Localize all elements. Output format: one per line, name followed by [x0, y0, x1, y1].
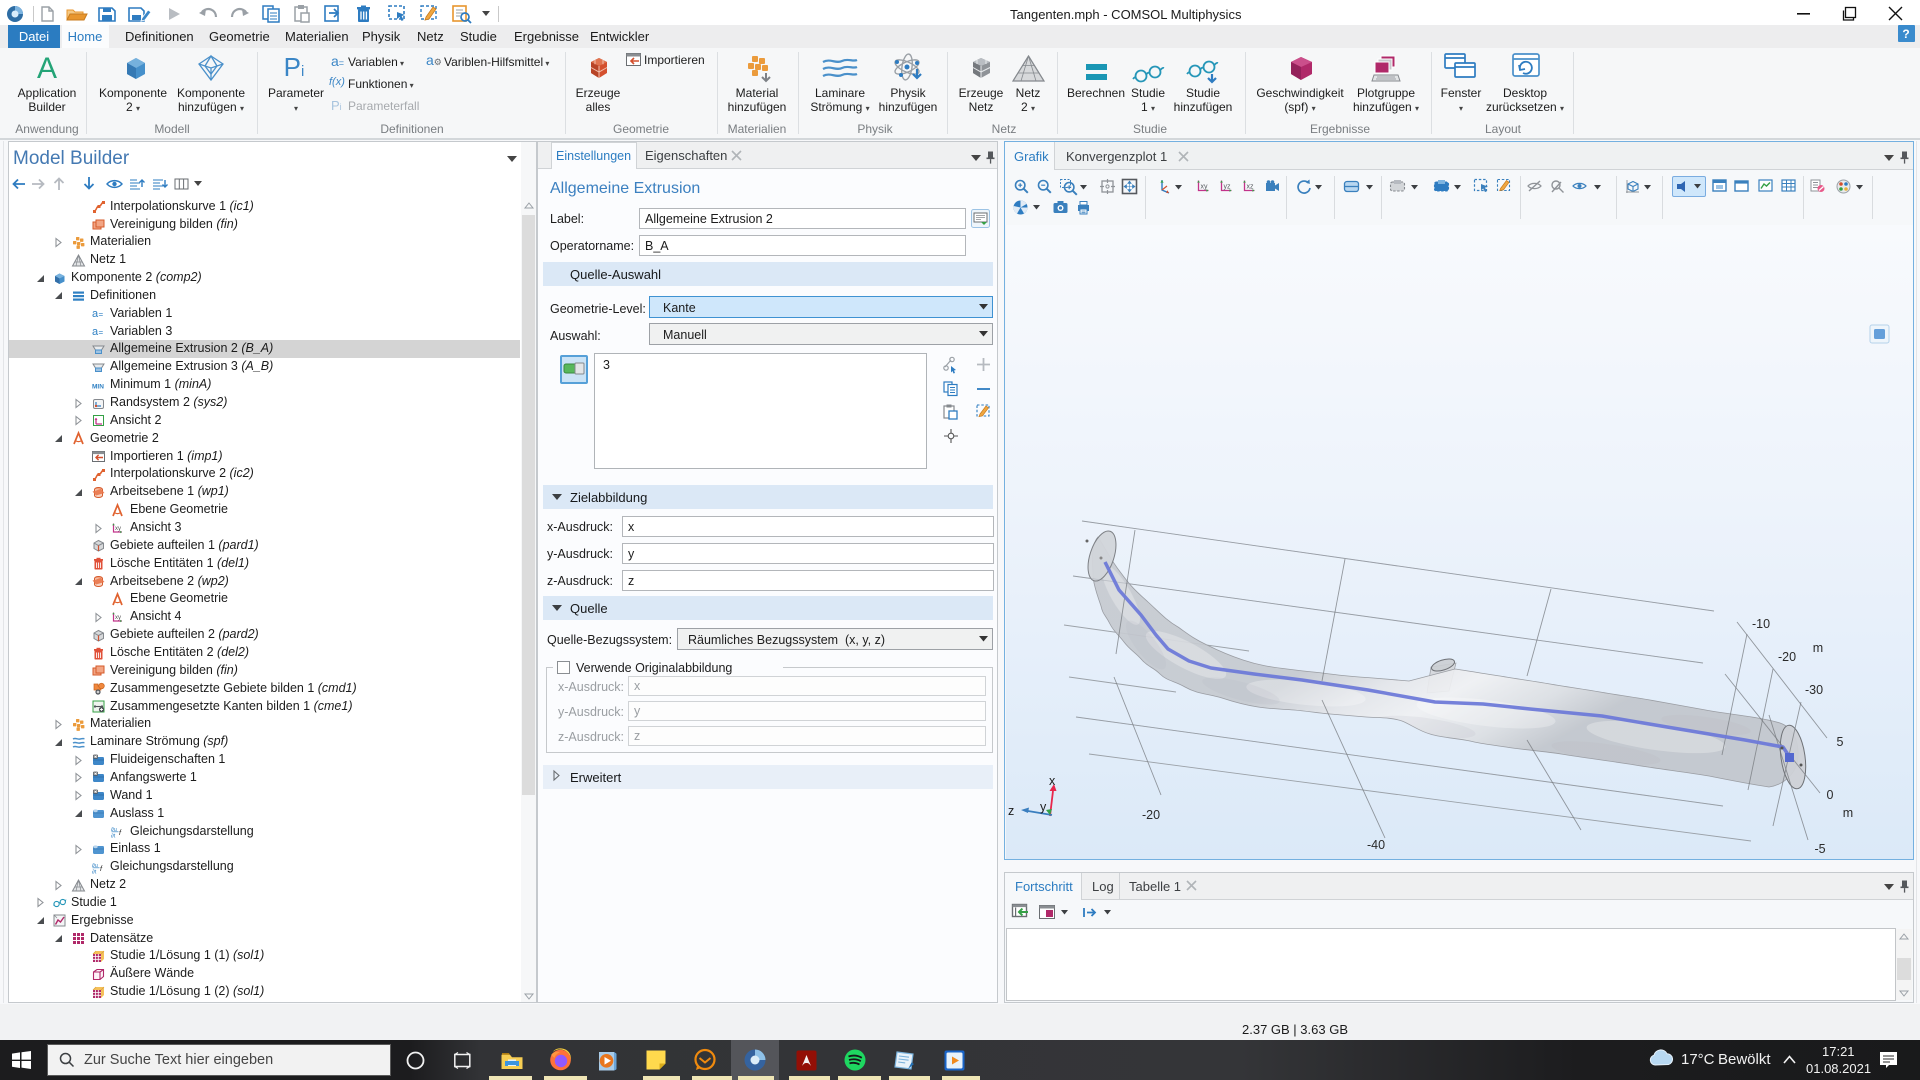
svg-text:z: z [1008, 804, 1014, 818]
svg-text:xz: xz [1247, 184, 1255, 191]
svg-text:yz: yz [1224, 184, 1232, 191]
svg-text:xy: xy [115, 615, 121, 621]
svg-text:-20: -20 [1142, 808, 1160, 822]
svg-text:-20: -20 [1778, 650, 1796, 664]
svg-text:=: = [99, 328, 104, 337]
svg-text:D: D [94, 790, 97, 794]
svg-text:f: f [100, 866, 103, 873]
svg-text:-30: -30 [1805, 683, 1823, 697]
svg-text:∂t: ∂t [92, 869, 97, 875]
svg-text:f: f [119, 830, 122, 837]
svg-text:=: = [99, 310, 104, 319]
svg-text:-10: -10 [1752, 617, 1770, 631]
svg-text:D: D [94, 754, 97, 758]
svg-text:-5: -5 [1814, 842, 1825, 856]
svg-text:MIN: MIN [92, 383, 104, 390]
svg-text:m: m [1813, 641, 1823, 655]
svg-text:x: x [1049, 774, 1056, 788]
svg-text:5: 5 [1837, 735, 1844, 749]
svg-text:m: m [1843, 806, 1853, 820]
svg-text:y: y [1040, 800, 1047, 814]
svg-text:-40: -40 [1367, 838, 1385, 852]
svg-text:xy: xy [1201, 184, 1209, 191]
svg-text:D: D [94, 772, 97, 776]
svg-text:xy: xy [115, 526, 121, 532]
svg-text:∂t: ∂t [111, 834, 116, 840]
svg-text:0: 0 [1827, 788, 1834, 802]
